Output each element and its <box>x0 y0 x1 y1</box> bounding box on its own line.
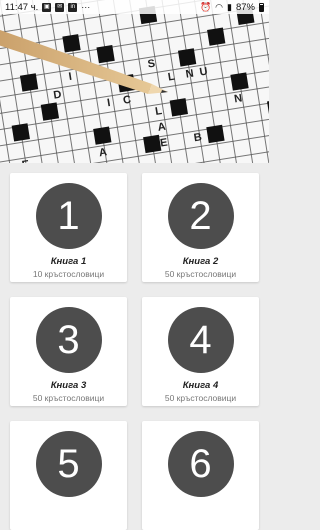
book-number-badge: 5 <box>35 431 102 497</box>
battery-icon <box>259 2 264 12</box>
book-title: Книга 4 <box>182 380 219 391</box>
book-number-badge: 6 <box>167 431 234 497</box>
signal-icon: ▮ <box>227 1 232 12</box>
book-card-5[interactable]: 5 <box>10 421 127 530</box>
alarm-icon: ⏰ <box>199 1 212 12</box>
book-number-badge: 2 <box>167 183 234 249</box>
book-number-badge: 4 <box>167 307 234 373</box>
book-card-4[interactable]: 4 Книга 4 50 кръстословици <box>142 297 259 406</box>
book-title: Книга 2 <box>182 256 219 267</box>
battery-percent: 87% <box>235 1 255 13</box>
more-notifications-icon: ··· <box>81 1 91 12</box>
mail-icon: ✉ <box>55 2 65 12</box>
book-number-badge: 3 <box>35 307 102 373</box>
book-card-3[interactable]: 3 Книга 3 50 кръстословици <box>10 297 127 406</box>
book-count: 50 кръстословици <box>164 269 237 279</box>
book-card-6[interactable]: 6 <box>142 421 259 530</box>
book-count: 10 кръстословици <box>32 269 105 279</box>
crossword-header-image: S L N U A E L I C D I N E B A <box>0 0 269 163</box>
linkedin-icon: in <box>68 2 78 12</box>
gallery-icon: ▣ <box>42 2 52 12</box>
book-title: Книга 1 <box>50 256 87 267</box>
book-count: 50 кръстословици <box>32 393 105 403</box>
book-card-2[interactable]: 2 Книга 2 50 кръстословици <box>142 173 259 282</box>
crossword-photo: S L N U A E L I C D I N E B A <box>0 0 269 163</box>
wifi-icon: ◠ <box>215 1 224 12</box>
book-number-badge: 1 <box>35 183 102 249</box>
status-bar: 11:47 ч. ▣ ✉ in ··· ⏰ ◠ ▮ 87% <box>0 0 269 14</box>
book-title: Книга 3 <box>50 380 87 391</box>
book-card-1[interactable]: 1 Книга 1 10 кръстословици <box>10 173 127 282</box>
book-grid: 1 Книга 1 10 кръстословици 2 Книга 2 50 … <box>0 163 269 530</box>
status-time: 11:47 ч. <box>5 1 39 13</box>
book-count: 50 кръстословици <box>164 393 237 403</box>
